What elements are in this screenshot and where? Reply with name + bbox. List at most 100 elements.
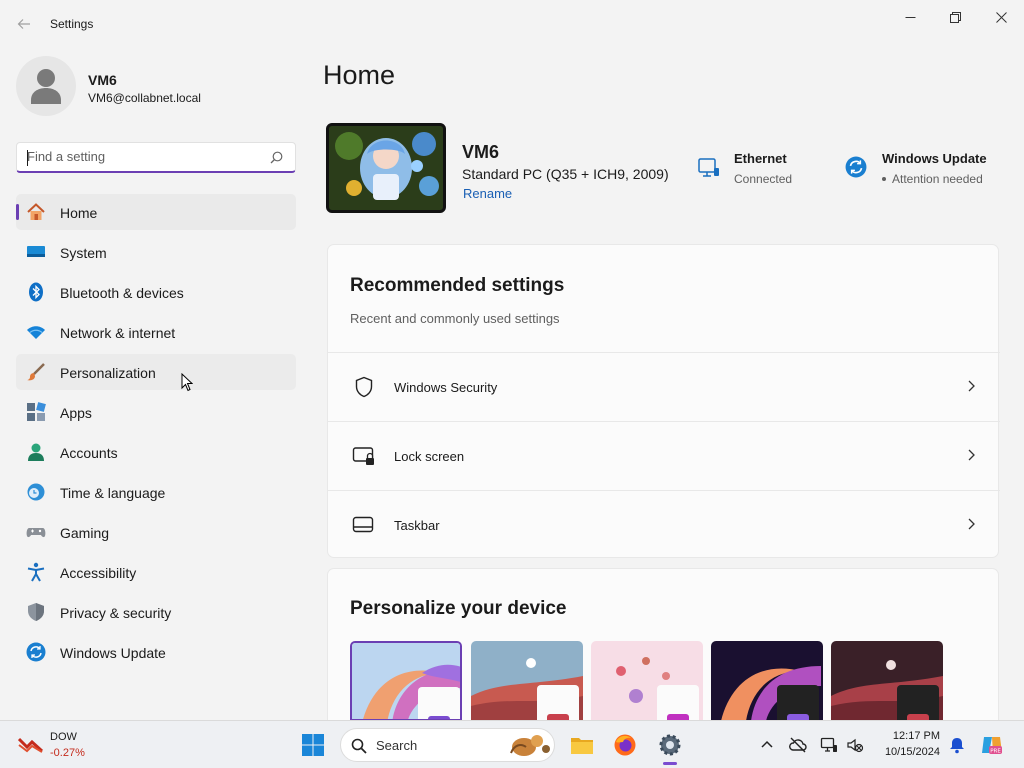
device-model: Standard PC (Q35 + ICH9, 2009) [462, 166, 669, 182]
update-icon[interactable] [845, 156, 867, 178]
person-icon [31, 69, 61, 104]
ethernet-status-title[interactable]: Ethernet [734, 151, 787, 166]
firefox-icon[interactable] [613, 733, 637, 757]
chevron-right-icon [968, 449, 975, 461]
notification-bell-icon[interactable] [948, 736, 966, 754]
device-wallpaper-thumbnail[interactable] [326, 123, 446, 213]
search-input[interactable] [27, 149, 267, 164]
personalize-card: Personalize your device [327, 568, 999, 721]
search-icon [351, 738, 367, 754]
sidebar-item-privacy-security[interactable]: Privacy & security [16, 594, 296, 630]
profile-name: VM6 [88, 72, 117, 88]
recommended-item-lock-screen[interactable]: Lock screen [328, 421, 1000, 490]
system-icon [27, 246, 45, 257]
clock-date[interactable]: 10/15/2024 [885, 746, 940, 758]
bluetooth-icon [29, 282, 43, 302]
mouse-cursor-icon [181, 373, 193, 392]
recommended-item-windows-security[interactable]: Windows Security [328, 352, 1000, 421]
clock-time[interactable]: 12:17 PM [893, 730, 940, 742]
windows-update-status-title[interactable]: Windows Update [882, 151, 987, 166]
file-explorer-icon[interactable] [570, 733, 594, 757]
stock-ticker-name: DOW [50, 731, 77, 743]
attention-dot [882, 177, 886, 181]
sidebar-item-label: Apps [60, 405, 92, 421]
theme-option-1[interactable] [350, 641, 462, 721]
sidebar-item-apps[interactable]: Apps [16, 394, 296, 430]
back-button[interactable] [12, 12, 36, 36]
accounts-icon [28, 443, 44, 461]
chevron-right-icon [968, 518, 975, 530]
windows-update-status-subtitle: Attention needed [892, 172, 983, 186]
theme-option-5[interactable] [831, 641, 943, 721]
sidebar-item-label: Gaming [60, 525, 110, 541]
sidebar-item-windows-update[interactable]: Windows Update [16, 634, 296, 670]
settings-search[interactable] [16, 142, 296, 173]
taskbar-icon [352, 516, 374, 533]
restore-icon [949, 11, 961, 23]
theme-window-preview [537, 685, 579, 721]
sidebar-item-bluetooth[interactable]: Bluetooth & devices [16, 274, 296, 310]
volume-muted-icon[interactable] [846, 736, 864, 754]
active-app-indicator [663, 762, 677, 765]
copilot-icon[interactable]: PRE [980, 733, 1004, 757]
sidebar-item-accounts[interactable]: Accounts [16, 434, 296, 470]
restore-button[interactable] [932, 4, 978, 30]
recommended-settings-subtitle: Recent and commonly used settings [350, 311, 560, 326]
close-button[interactable] [978, 4, 1024, 30]
recommended-item-taskbar[interactable]: Taskbar [328, 490, 1000, 559]
theme-option-4[interactable] [711, 641, 823, 721]
close-icon [995, 11, 1007, 23]
page-title: Home [323, 60, 396, 90]
recommended-settings-card: Recommended settings Recent and commonly… [327, 244, 1000, 559]
search-icon[interactable] [270, 151, 283, 164]
profile-email: VM6@collabnet.local [88, 91, 201, 105]
accessibility-icon [27, 562, 45, 582]
personalize-title: Personalize your device [350, 598, 567, 619]
avatar[interactable] [16, 56, 76, 116]
ethernet-icon[interactable] [697, 156, 721, 180]
rename-link[interactable]: Rename [463, 186, 512, 201]
recommended-settings-title: Recommended settings [350, 275, 565, 296]
start-icon[interactable] [301, 733, 325, 757]
recommended-item-label: Taskbar [394, 518, 440, 533]
recommended-item-label: Lock screen [394, 449, 465, 464]
minimize-button[interactable] [887, 4, 933, 30]
sidebar-item-label: Personalization [60, 365, 156, 381]
sidebar-item-label: Network & internet [60, 325, 176, 341]
taskbar-search[interactable]: Search [340, 728, 555, 762]
sidebar-item-system[interactable]: System [16, 234, 296, 270]
sidebar-item-gaming[interactable]: Gaming [16, 514, 296, 550]
theme-window-preview [777, 685, 819, 721]
sidebar-nav: Home System Bluetooth & devices Network … [16, 194, 296, 674]
stock-ticker-change: -0.27% [50, 747, 85, 759]
window-title: Settings [50, 17, 94, 31]
sidebar-item-label: Windows Update [60, 645, 166, 661]
chevron-up-icon[interactable] [758, 736, 776, 754]
sidebar-item-time-language[interactable]: Time & language [16, 474, 296, 510]
taskbar: DOW -0.27% Search 12:17 PM 10/15/2024 PR… [0, 720, 1024, 768]
stock-chart-icon [18, 737, 44, 753]
home-icon [27, 203, 45, 220]
shield-outline-icon [355, 376, 373, 398]
cloud-off-icon[interactable] [789, 736, 807, 754]
network-icon[interactable] [820, 736, 838, 754]
apps-icon [27, 402, 46, 421]
sidebar-item-label: Bluetooth & devices [60, 285, 184, 301]
theme-option-3[interactable] [591, 641, 703, 721]
selection-indicator [16, 204, 19, 220]
sidebar-item-label: Time & language [60, 485, 166, 501]
sidebar-item-network[interactable]: Network & internet [16, 314, 296, 350]
sidebar-item-label: Privacy & security [60, 605, 172, 621]
chevron-right-icon [968, 380, 975, 392]
sidebar-item-home[interactable]: Home [16, 194, 296, 230]
title-bar: Settings [0, 0, 1024, 48]
minimize-icon [905, 16, 915, 18]
svg-text:PRE: PRE [990, 749, 1001, 755]
wallpaper-image [329, 126, 443, 210]
gamepad-icon [26, 528, 46, 538]
theme-option-2[interactable] [471, 641, 583, 721]
settings-gear-icon[interactable] [658, 733, 682, 757]
device-name: VM6 [462, 142, 500, 162]
sidebar-item-personalization[interactable]: Personalization [16, 354, 296, 390]
sidebar-item-accessibility[interactable]: Accessibility [16, 554, 296, 590]
